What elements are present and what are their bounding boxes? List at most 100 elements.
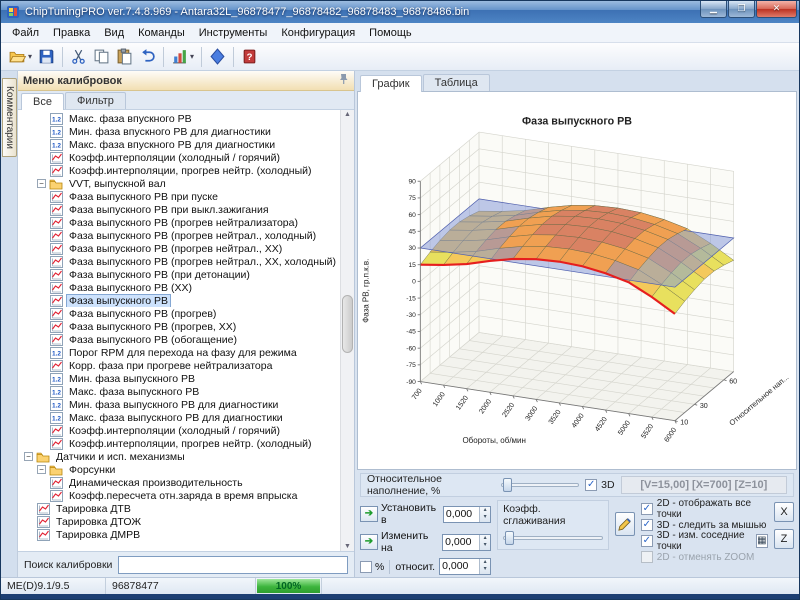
- paste-button[interactable]: [113, 45, 136, 69]
- tree-item[interactable]: 1.2Мин. фаза выпускного РВ: [20, 372, 339, 385]
- display-option-3[interactable]: 2D - отменять ZOOM: [641, 550, 768, 564]
- tree-item[interactable]: Фаза выпускного РВ (прогрев нейтрал., хо…: [20, 229, 339, 242]
- search-input[interactable]: [118, 556, 348, 574]
- menu-item-0[interactable]: Файл: [5, 25, 46, 41]
- set-value-button[interactable]: ➔: [360, 506, 378, 522]
- tree-item[interactable]: Фаза выпускного РВ: [20, 294, 339, 307]
- tree-item[interactable]: Фаза выпускного РВ (обогащение): [20, 333, 339, 346]
- tree-item[interactable]: Коэфф.интерполяции, прогрев нейтр. (холо…: [20, 437, 339, 450]
- tree-item[interactable]: Фаза выпускного РВ (прогрев, XX): [20, 320, 339, 333]
- change-value-arrows[interactable]: ▴▾: [479, 535, 490, 550]
- expander-icon[interactable]: −: [37, 179, 46, 188]
- tree-scrollbar[interactable]: ▲ ▼: [340, 110, 354, 551]
- tab-filter[interactable]: Фильтр: [65, 92, 126, 109]
- change-value-button[interactable]: ➔: [360, 534, 378, 550]
- menu-item-6[interactable]: Помощь: [362, 25, 419, 41]
- tree-folder[interactable]: −VVT, выпускной вал: [20, 177, 339, 190]
- tree-item[interactable]: Фаза выпускного РВ (прогрев): [20, 307, 339, 320]
- display-option-0[interactable]: ✓2D - отображать все точки: [641, 502, 768, 516]
- tree-item[interactable]: Фаза выпускного РВ при пуске: [20, 190, 339, 203]
- checkbox-box[interactable]: ✓: [641, 535, 653, 547]
- tree-item[interactable]: 1.2Мин. фаза впускного РВ для диагностик…: [20, 125, 339, 138]
- checkbox-box[interactable]: ✓: [641, 519, 653, 531]
- menu-item-3[interactable]: Команды: [131, 25, 192, 41]
- tree-folder[interactable]: −Датчики и исп. механизмы: [20, 450, 339, 463]
- menu-item-5[interactable]: Конфигурация: [274, 25, 362, 41]
- close-button[interactable]: ✕: [756, 1, 797, 18]
- chart-button[interactable]: ▾: [168, 45, 197, 69]
- tree-item[interactable]: Фаза выпускного РВ (XX): [20, 281, 339, 294]
- smoothing-slider[interactable]: [503, 531, 602, 545]
- tree-item[interactable]: 1.2Макс. фаза выпускного РВ: [20, 385, 339, 398]
- relative-spinner[interactable]: 0,000 ▴▾: [439, 558, 491, 575]
- relative-arrows[interactable]: ▴▾: [479, 559, 490, 574]
- menu-item-4[interactable]: Инструменты: [192, 25, 275, 41]
- edit-button[interactable]: [615, 512, 635, 536]
- tree-item[interactable]: 1.2Макс. фаза выпускного РВ для диагност…: [20, 411, 339, 424]
- tree-item[interactable]: Тарировка ДТВ: [20, 502, 339, 515]
- tab-all[interactable]: Все: [21, 93, 64, 110]
- set-value-arrows[interactable]: ▴▾: [479, 507, 490, 522]
- set-value-spinner[interactable]: 0,000 ▴▾: [443, 506, 491, 523]
- tree-item[interactable]: Тарировка ДТОЖ: [20, 515, 339, 528]
- load-slider-thumb[interactable]: [503, 478, 512, 492]
- tree-item[interactable]: Коэфф.пересчета отн.заряда в время впрыс…: [20, 489, 339, 502]
- checkbox-box[interactable]: ✓: [641, 503, 653, 515]
- tree-item-label: Мин. фаза впускного РВ для диагностики: [66, 125, 274, 138]
- open-button[interactable]: ▾: [6, 45, 35, 69]
- set-value-field[interactable]: 0,000: [444, 507, 479, 522]
- cut-button[interactable]: [67, 45, 90, 69]
- scroll-down-icon[interactable]: ▼: [341, 543, 354, 550]
- tree-item[interactable]: Коэфф.интерполяции (холодный / горячий): [20, 424, 339, 437]
- tree-folder[interactable]: −Форсунки: [20, 463, 339, 476]
- tree-item[interactable]: Коэфф.интерполяции, прогрев нейтр. (холо…: [20, 164, 339, 177]
- menu-item-1[interactable]: Правка: [46, 25, 97, 41]
- tree-item[interactable]: Фаза выпускного РВ (при детонации): [20, 268, 339, 281]
- load-slider[interactable]: [501, 478, 579, 492]
- chevron-down-icon[interactable]: ▾: [28, 52, 32, 61]
- z-axis-button[interactable]: Z: [774, 529, 794, 549]
- display-option-2[interactable]: ✓3D - изм. соседние точки▦: [641, 534, 768, 548]
- tree-item[interactable]: Динамическая производительность: [20, 476, 339, 489]
- pin-icon[interactable]: [339, 73, 349, 88]
- checkbox-3d[interactable]: ✓ 3D: [585, 478, 614, 492]
- x-axis-button[interactable]: X: [774, 502, 794, 522]
- change-value-field[interactable]: 0,000: [443, 535, 479, 550]
- undo-button[interactable]: [136, 45, 159, 69]
- maximize-button[interactable]: ❐: [728, 1, 755, 18]
- scroll-thumb[interactable]: [342, 295, 353, 353]
- smoothing-slider-thumb[interactable]: [505, 531, 514, 545]
- tree-item[interactable]: Фаза выпускного РВ (прогрев нейтрализато…: [20, 216, 339, 229]
- percent-checkbox[interactable]: [360, 561, 372, 573]
- tree-item[interactable]: 1.2Макс. фаза впускного РВ: [20, 112, 339, 125]
- expander-icon[interactable]: −: [24, 452, 33, 461]
- scroll-up-icon[interactable]: ▲: [341, 111, 354, 118]
- title-bar[interactable]: ChipTuningPRO ver.7.4.8.969 - Antara32L_…: [1, 1, 799, 23]
- tree-item[interactable]: 1.2Порог RPM для перехода на фазу для ре…: [20, 346, 339, 359]
- save-button[interactable]: [35, 45, 58, 69]
- minimize-button[interactable]: ▁: [700, 1, 727, 18]
- help-button[interactable]: ?: [238, 45, 261, 69]
- tab-graph[interactable]: График: [360, 75, 422, 92]
- change-value-spinner[interactable]: 0,000 ▴▾: [442, 534, 491, 551]
- tree-item[interactable]: Фаза выпускного РВ (прогрев нейтрал., XX…: [20, 242, 339, 255]
- expander-icon[interactable]: −: [37, 465, 46, 474]
- menu-item-2[interactable]: Вид: [97, 25, 131, 41]
- tab-table[interactable]: Таблица: [423, 74, 490, 91]
- copy-button[interactable]: [90, 45, 113, 69]
- tree-item[interactable]: Фаза выпускного РВ при выкл.зажигания: [20, 203, 339, 216]
- tree-item[interactable]: Тарировка ДМРВ: [20, 528, 339, 541]
- comments-tab[interactable]: Комментарии: [2, 78, 17, 157]
- tree-item[interactable]: 1.2Макс. фаза впускного РВ для диагности…: [20, 138, 339, 151]
- tree-item[interactable]: 1.2Мин. фаза выпускного РВ для диагности…: [20, 398, 339, 411]
- grid-snap-button[interactable]: ▦: [756, 534, 768, 548]
- tree-item[interactable]: Коэфф.интерполяции (холодный / горячий): [20, 151, 339, 164]
- checkbox-3d-box[interactable]: ✓: [585, 479, 597, 491]
- diff-button[interactable]: [206, 45, 229, 69]
- checkbox-box[interactable]: [641, 551, 653, 563]
- surface-chart[interactable]: 9075604530150-15-30-45-60-75-90700100015…: [358, 92, 796, 469]
- tree-item[interactable]: Корр. фаза при прогреве нейтрализатора: [20, 359, 339, 372]
- tree-item[interactable]: Фаза выпускного РВ (прогрев нейтрал., XX…: [20, 255, 339, 268]
- chevron-down-icon[interactable]: ▾: [190, 52, 194, 61]
- relative-field[interactable]: 0,000: [440, 559, 479, 574]
